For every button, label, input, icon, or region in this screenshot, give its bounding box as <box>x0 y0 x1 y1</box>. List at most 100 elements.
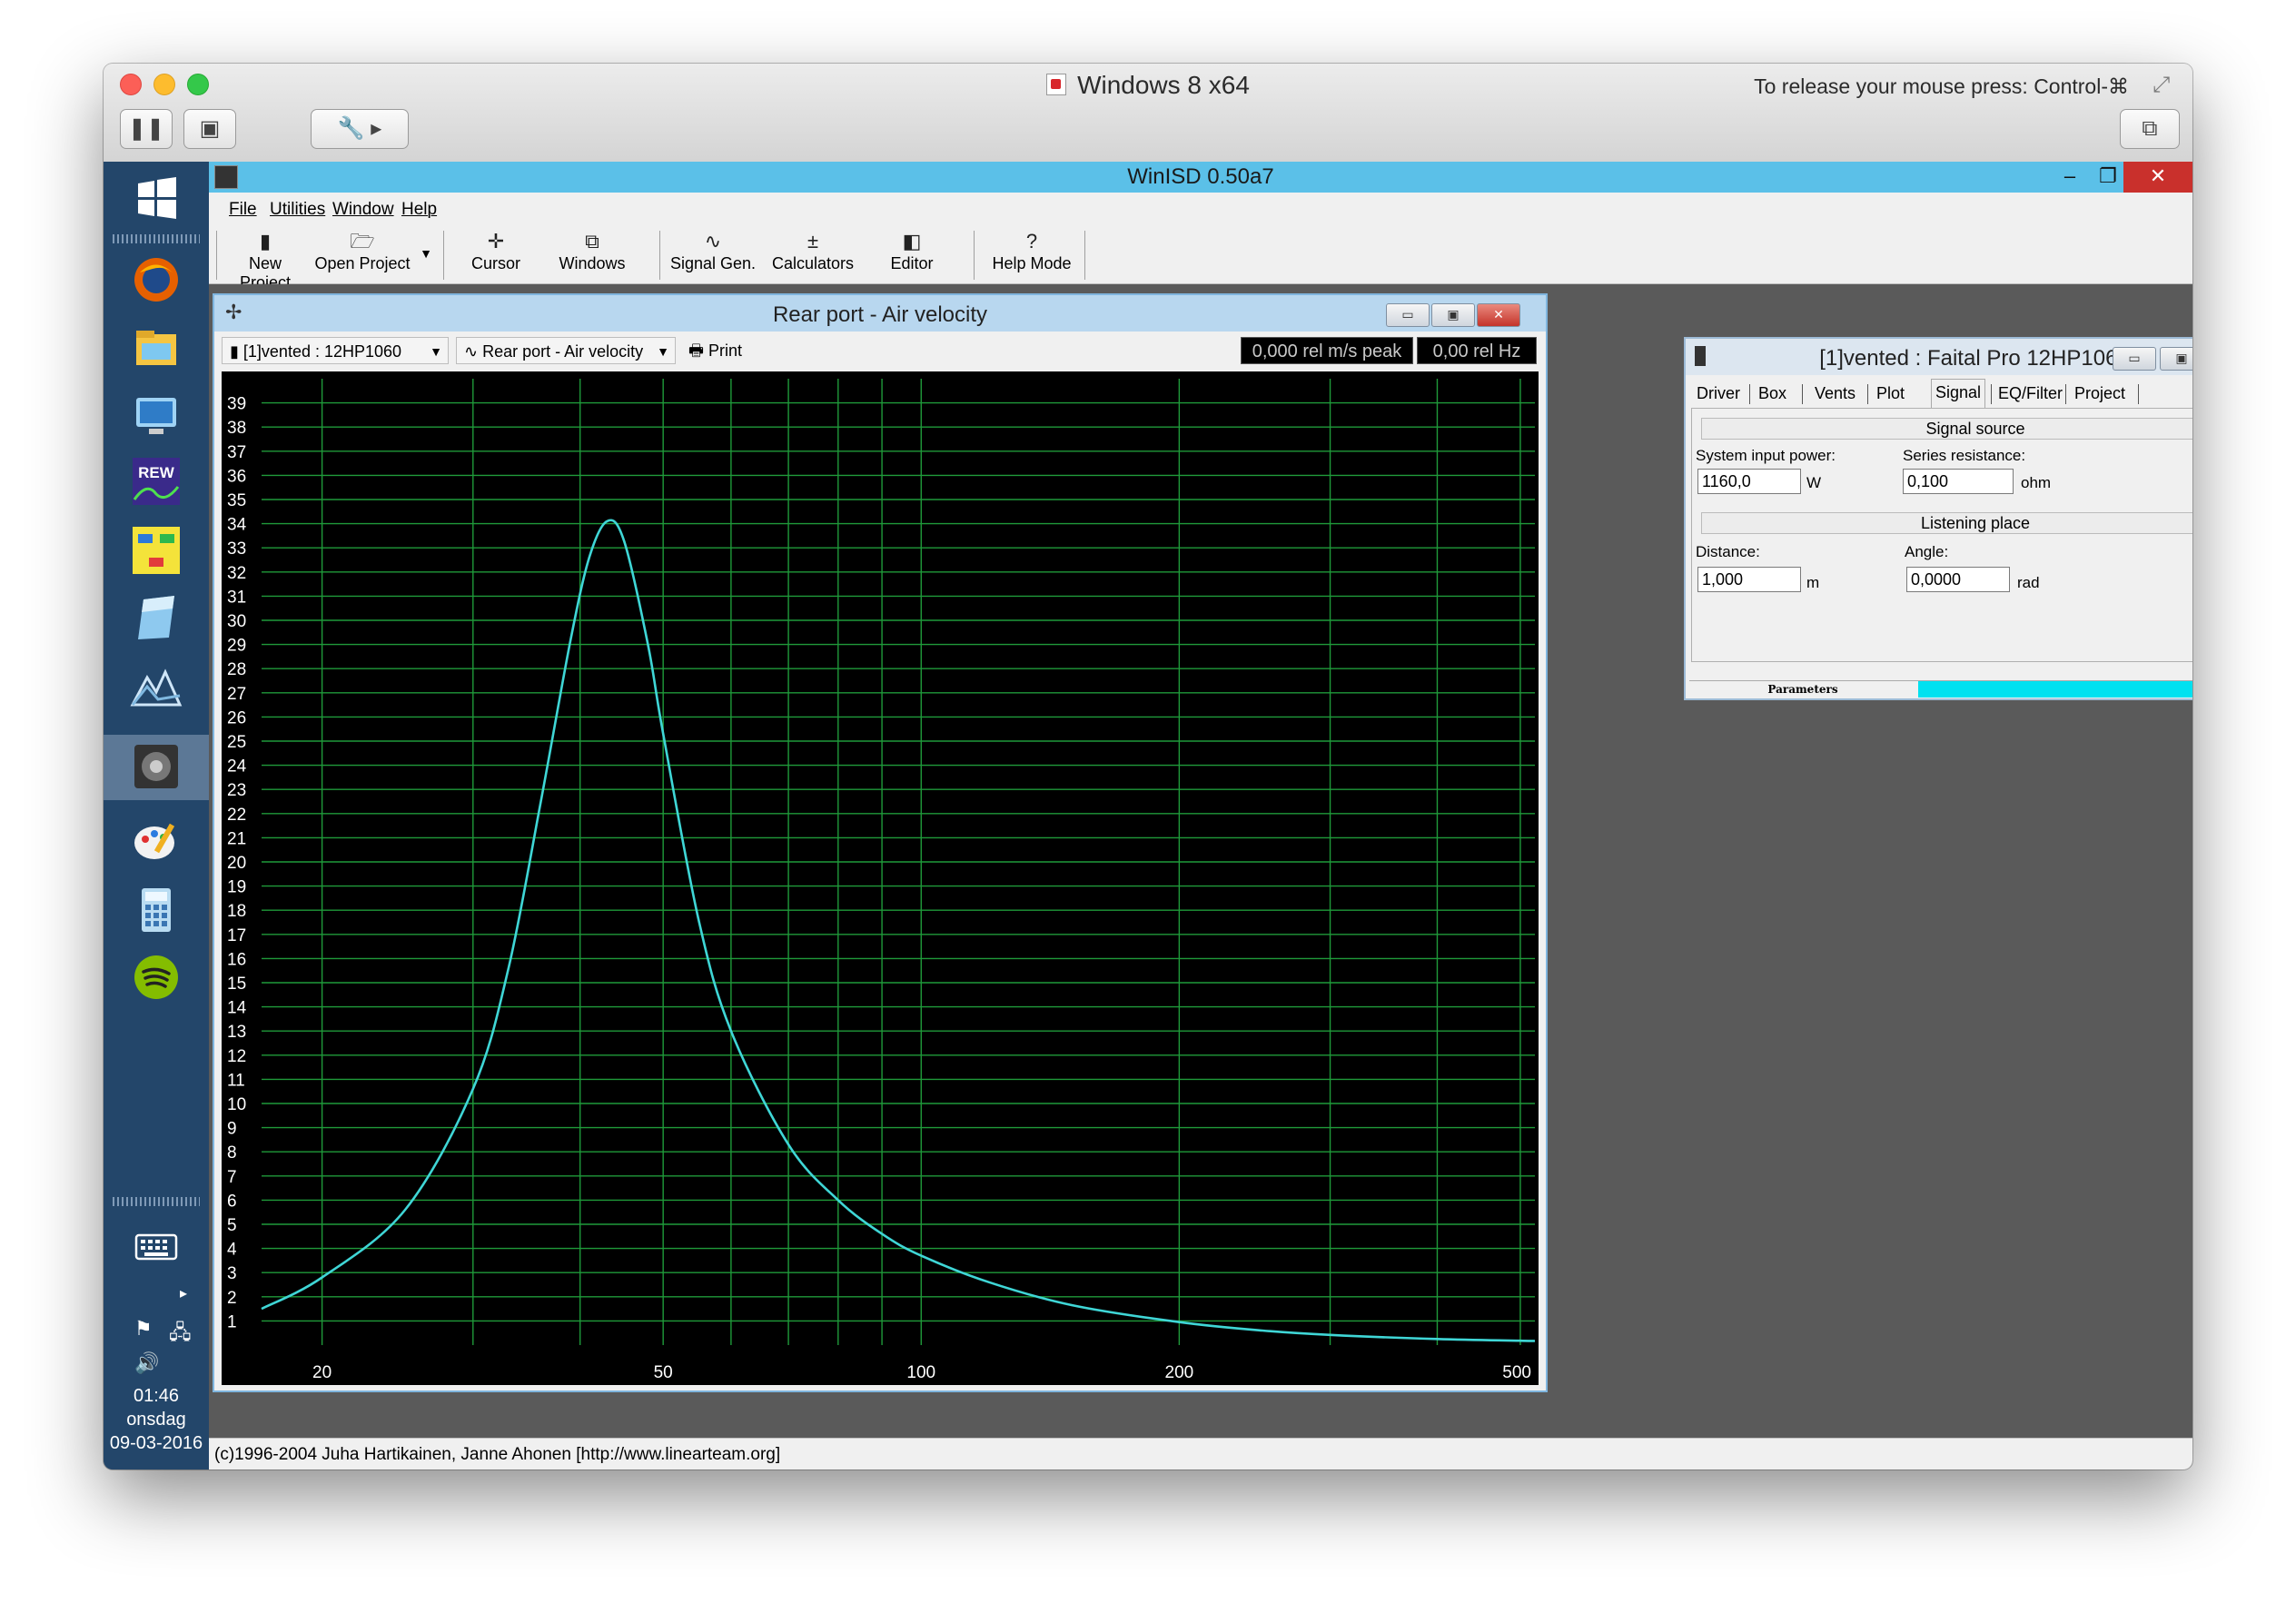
y-tick-label: 34 <box>227 516 247 535</box>
parameters-window-titlebar: [1]vented : Faital Pro 12HP1060 ▭ ▣ ✕ <box>1686 339 2192 375</box>
clock-day[interactable]: onsdag <box>104 1410 209 1430</box>
document-icon[interactable] <box>129 590 183 645</box>
windows-start-icon[interactable] <box>129 171 183 225</box>
y-tick-label: 13 <box>227 1023 246 1042</box>
app-title: WinISD 0.50a7 <box>1127 164 1274 189</box>
x-tick-label: 100 <box>906 1363 935 1382</box>
project-select[interactable]: ▮ [1]vented : 12HP1060 ▼ <box>222 337 449 364</box>
plot-area[interactable]: 1 2 3 4 5 6 7 8 9 10 11 12 13 14 15 16 17 18 19 20 21 22 23 24 2… <box>222 371 1539 1385</box>
windows-taskbar: REW ▸ ⚑ 🖧 🔊 01:46 onsdag 09-03-2016 <box>104 162 209 1470</box>
menu-file[interactable]: File <box>229 200 257 220</box>
plot-minimize-button[interactable]: ▭ <box>1386 303 1430 327</box>
editor-button[interactable]: ◧ Editor <box>866 229 957 282</box>
firefox-icon[interactable] <box>129 252 183 307</box>
paint-icon[interactable] <box>129 814 183 868</box>
y-tick-label: 21 <box>227 829 246 848</box>
tab-separator <box>1749 384 1750 404</box>
spotify-icon[interactable] <box>129 950 183 1004</box>
angle-unit: rad <box>2017 574 2040 591</box>
winisd-icon[interactable] <box>129 739 183 794</box>
graph-type-value: Rear port - Air velocity <box>482 342 644 361</box>
fullscreen-icon[interactable]: ⤢ <box>2152 73 2180 100</box>
keyboard-icon[interactable] <box>129 1224 183 1270</box>
tab-separator <box>1802 384 1803 404</box>
help-mode-button[interactable]: ? Help Mode <box>981 229 1083 282</box>
y-tick-label: 7 <box>227 1168 237 1187</box>
print-button[interactable]: 🖶 Print <box>681 337 754 364</box>
x-tick-label: 500 <box>1502 1363 1531 1382</box>
y-tick-label: 14 <box>227 999 247 1018</box>
rew-icon[interactable]: REW <box>129 454 183 509</box>
y-tick-label: 28 <box>227 660 246 679</box>
tools-button[interactable]: 🔧 ▸ <box>311 109 409 149</box>
graph-type-select[interactable]: ∿ Rear port - Air velocity ▼ <box>456 337 676 364</box>
param-minimize-button[interactable]: ▭ <box>2113 347 2156 371</box>
printer-icon: 🖶 <box>688 341 708 360</box>
clock-date[interactable]: 09-03-2016 <box>104 1433 209 1454</box>
air-velocity-chart[interactable]: 1234567891011121314151617181920212223242… <box>222 371 1539 1385</box>
show-hidden-icons-icon[interactable]: ▸ <box>180 1284 187 1302</box>
signal-gen-button[interactable]: ∿ Signal Gen. <box>665 229 761 282</box>
y-tick-label: 16 <box>227 950 246 969</box>
parameters-status-cell: Parameters <box>1767 683 1838 696</box>
y-tick-label: 20 <box>227 854 246 873</box>
toolbar-separator <box>443 231 444 280</box>
app-close-button[interactable]: ✕ <box>2123 162 2192 193</box>
tab-vents[interactable]: Vents <box>1811 381 1859 406</box>
calculators-label: Calculators <box>771 254 855 272</box>
volume-icon[interactable]: 🔊 <box>134 1351 159 1375</box>
system-input-power-field[interactable]: 1160,0 <box>1697 469 1801 494</box>
cursor-y-readout: 0,000 rel m/s peak <box>1241 337 1413 364</box>
clock-time[interactable]: 01:46 <box>104 1386 209 1407</box>
menu-help[interactable]: Help <box>401 200 437 220</box>
new-project-button[interactable]: ▮ New Project <box>222 229 309 292</box>
app-minimize-button[interactable]: – <box>2051 162 2089 193</box>
mountain-icon[interactable] <box>129 659 183 714</box>
pause-button[interactable]: ❚❚ <box>120 109 173 149</box>
distance-field[interactable]: 1,000 <box>1697 567 1801 592</box>
taskbar-divider-lower <box>113 1197 200 1206</box>
signal-source-header: Signal source <box>1701 418 2192 440</box>
y-tick-label: 11 <box>227 1071 245 1090</box>
y-tick-label: 8 <box>227 1143 237 1163</box>
y-tick-label: 5 <box>227 1216 237 1235</box>
y-tick-label: 3 <box>227 1264 237 1283</box>
menu-utilities[interactable]: Utilities <box>270 200 325 220</box>
menu-window[interactable]: Window <box>332 200 394 220</box>
tab-plot[interactable]: Plot <box>1873 381 1908 406</box>
y-tick-label: 17 <box>227 926 246 945</box>
editor-label: Editor <box>890 254 934 272</box>
plot-maximize-button[interactable]: ▣ <box>1431 303 1475 327</box>
snapshot-button[interactable]: ▣ <box>183 109 236 149</box>
tab-box[interactable]: Box <box>1755 381 1790 406</box>
tab-project[interactable]: Project <box>2071 381 2129 406</box>
remote-desktop-icon[interactable] <box>129 389 183 443</box>
network-icon[interactable]: 🖧 <box>169 1317 192 1351</box>
tab-eq-filter[interactable]: EQ/Filter <box>1994 381 2066 406</box>
angle-field[interactable]: 0,0000 <box>1906 567 2010 592</box>
calculator-icon[interactable] <box>129 883 183 937</box>
y-tick-label: 39 <box>227 395 246 414</box>
toolbar-separator <box>974 231 975 280</box>
calculators-button[interactable]: ± Calculators <box>765 229 861 282</box>
restore-button[interactable]: ⧉ <box>2120 109 2180 149</box>
windows-button[interactable]: ⧉ Windows <box>547 229 638 282</box>
y-tick-label: 15 <box>227 975 246 994</box>
open-project-button[interactable]: 🗁 Open Project <box>312 229 412 282</box>
plot-close-button[interactable]: ✕ <box>1477 303 1520 327</box>
cursor-button[interactable]: ✛ Cursor <box>450 229 541 282</box>
param-maximize-button[interactable]: ▣ <box>2160 347 2192 371</box>
toolbar-separator <box>659 231 660 280</box>
tab-separator <box>1991 384 1992 404</box>
distance-label: Distance: <box>1696 543 1760 560</box>
app-restore-button[interactable]: ❐ <box>2089 162 2127 193</box>
file-explorer-icon[interactable] <box>129 320 183 374</box>
windows-icon: ⧉ <box>585 230 599 252</box>
network-diagram-icon[interactable] <box>129 523 183 578</box>
y-tick-label: 9 <box>227 1120 237 1139</box>
y-tick-label: 38 <box>227 419 246 438</box>
action-center-flag-icon[interactable]: ⚑ <box>134 1317 153 1341</box>
series-resistance-field[interactable]: 0,100 <box>1903 469 2014 494</box>
tab-signal[interactable]: Signal <box>1931 379 1986 409</box>
tab-driver[interactable]: Driver <box>1693 381 1744 406</box>
